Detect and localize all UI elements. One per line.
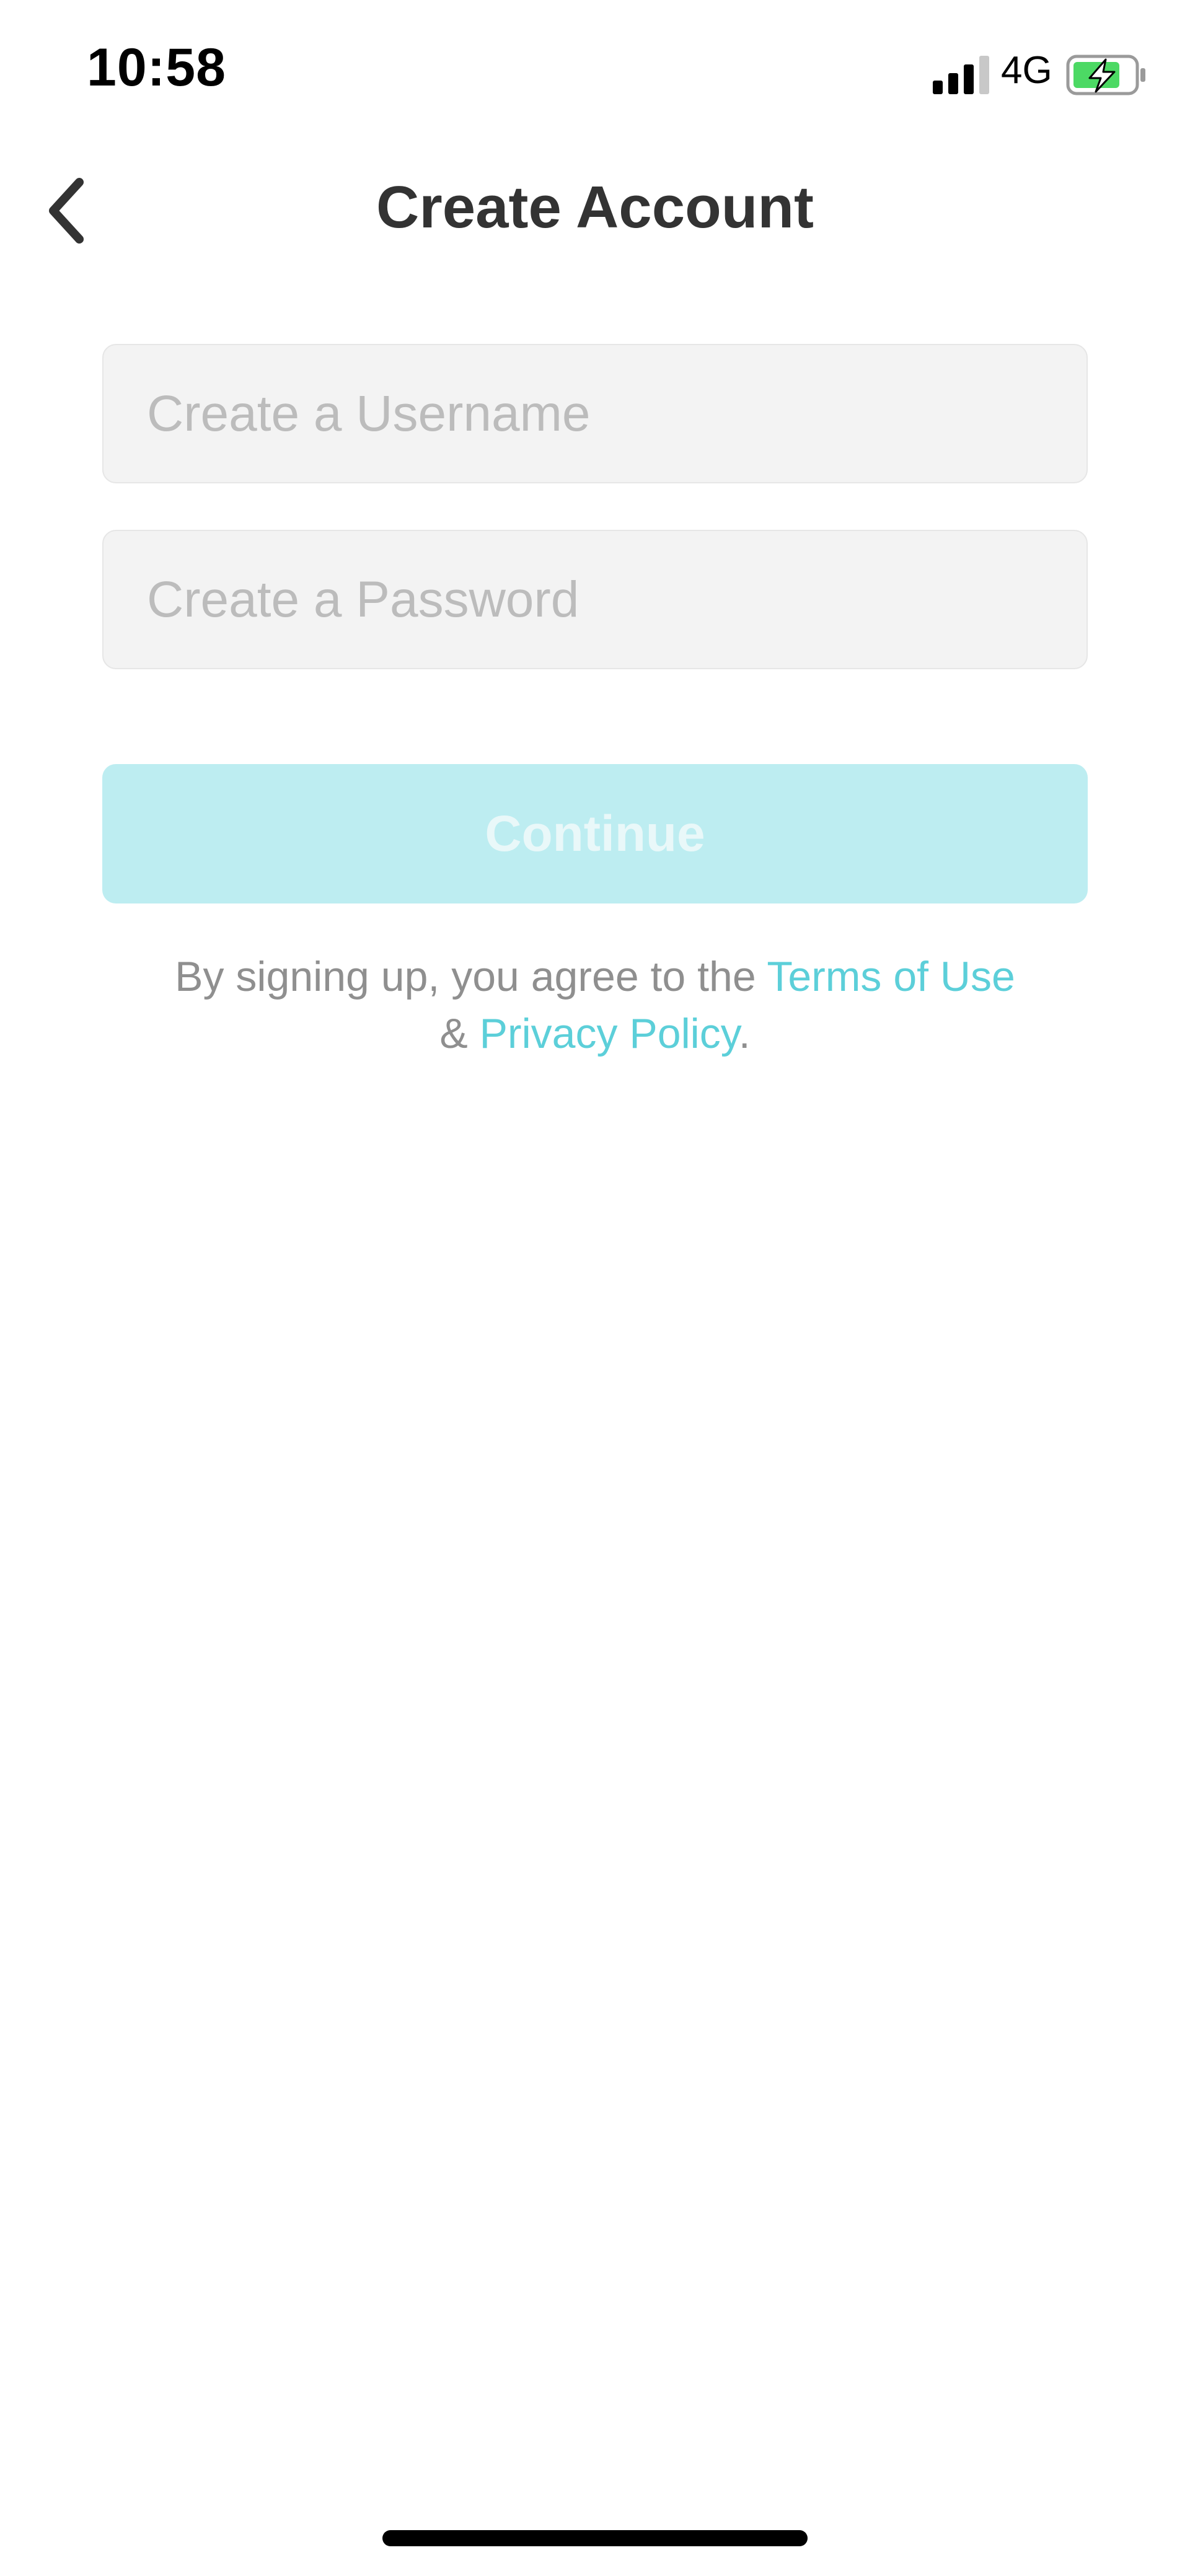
cellular-signal-icon xyxy=(933,56,989,94)
legal-suffix: . xyxy=(738,1010,751,1057)
status-bar: 10:58 4G xyxy=(0,0,1190,143)
legal-notice: By signing up, you agree to the Terms of… xyxy=(0,948,1190,1062)
password-field[interactable] xyxy=(102,530,1088,669)
continue-button[interactable]: Continue xyxy=(102,764,1088,903)
legal-prefix: By signing up, you agree to the xyxy=(175,953,767,1000)
username-field[interactable] xyxy=(102,344,1088,483)
legal-amp: & xyxy=(439,1010,480,1057)
status-time: 10:58 xyxy=(87,38,226,97)
page-title: Create Account xyxy=(376,174,814,240)
password-input[interactable] xyxy=(104,531,1086,668)
privacy-policy-link[interactable]: Privacy Policy xyxy=(480,1010,739,1057)
battery-charging-icon xyxy=(1066,55,1145,95)
terms-of-use-link[interactable]: Terms of Use xyxy=(767,953,1015,1000)
network-type: 4G xyxy=(1001,49,1052,92)
home-indicator xyxy=(382,2530,808,2546)
username-input[interactable] xyxy=(104,345,1086,482)
